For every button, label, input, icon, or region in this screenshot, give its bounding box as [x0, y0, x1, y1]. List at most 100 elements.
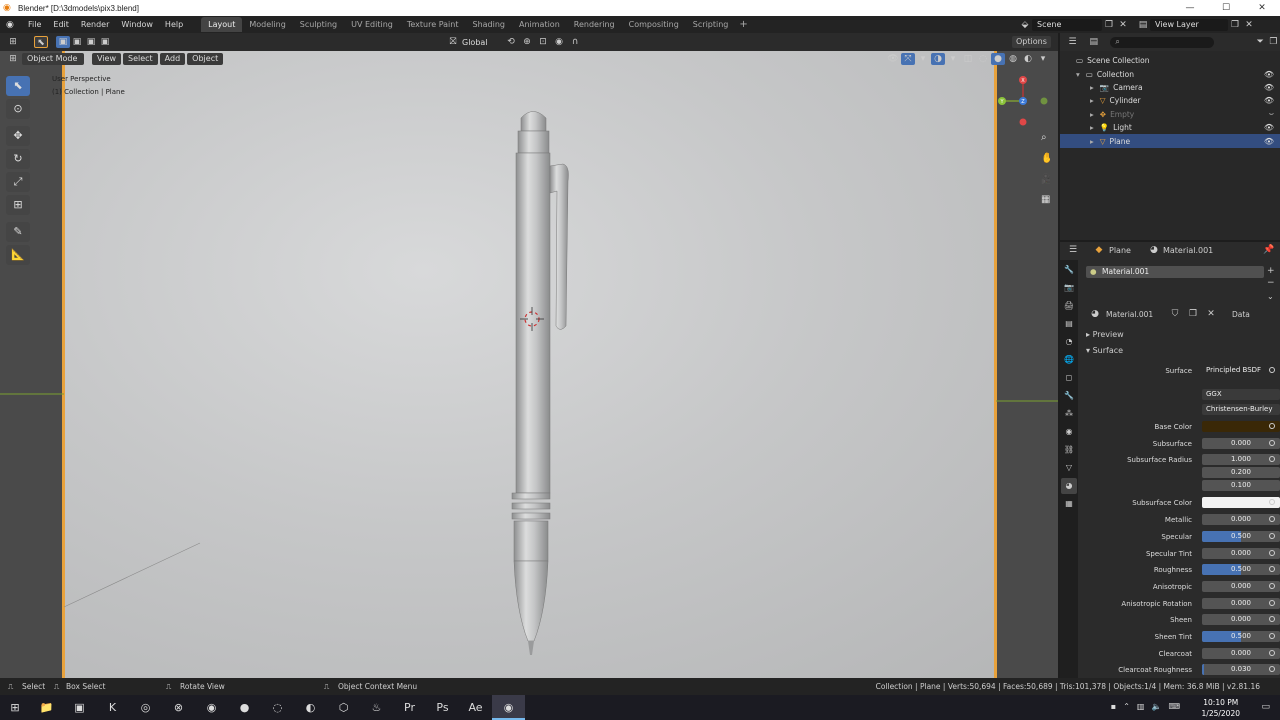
collection-visibility-icon[interactable]: 👁	[1264, 70, 1274, 79]
options-dropdown[interactable]: Options	[1012, 36, 1051, 48]
steam-icon[interactable]: ♨	[360, 695, 393, 720]
blender-menu-icon[interactable]: ◉	[6, 20, 18, 30]
k-app-icon[interactable]: K	[96, 695, 129, 720]
material-name-field[interactable]: Material.001	[1106, 310, 1164, 319]
subsurface-method-dropdown[interactable]: Christensen-Burley	[1202, 404, 1280, 415]
constraints-tab-icon[interactable]: ⛓	[1061, 442, 1077, 458]
outliner-editor-icon[interactable]: ☰	[1066, 36, 1079, 48]
socket-icon[interactable]	[1269, 532, 1275, 539]
3d-viewport[interactable]: ⊞ Object Mode View Select Add Object 👁 ⤧…	[0, 51, 1058, 678]
texture-tab-icon[interactable]: ▦	[1061, 496, 1077, 512]
xbox-icon[interactable]: ⊗	[162, 695, 195, 720]
visibility-eye-icon[interactable]: ⌣	[1269, 109, 1274, 119]
expand-chevron-icon[interactable]: ▸	[1090, 83, 1094, 92]
material-shading-icon[interactable]: ◍	[1006, 53, 1020, 65]
select-tool-icon[interactable]: ⬉	[34, 36, 48, 48]
unlink-material-icon[interactable]: ✕	[1204, 308, 1218, 320]
new-scene-icon[interactable]: ❐	[1102, 19, 1116, 31]
tray-chevron-icon[interactable]: ⌃	[1123, 702, 1130, 711]
menu-edit[interactable]: Edit	[47, 16, 75, 33]
taskbar-clock[interactable]: 10:10 PM 1/25/2020	[1202, 697, 1240, 719]
viewport-menu-view[interactable]: View	[92, 53, 121, 65]
viewport-menu-select[interactable]: Select	[122, 53, 158, 65]
outliner-scene-collection[interactable]: ▭ Scene Collection	[1060, 54, 1280, 67]
delete-scene-icon[interactable]: ✕	[1116, 19, 1130, 31]
particles-tab-icon[interactable]: ⁂	[1061, 406, 1077, 422]
menu-help[interactable]: Help	[159, 16, 189, 33]
modifier-tab-icon[interactable]: 🔧	[1061, 388, 1077, 404]
distribution-dropdown[interactable]: GGX	[1202, 389, 1280, 400]
tab-modeling[interactable]: Modeling	[242, 17, 292, 32]
streamlabs-icon[interactable]: ●	[228, 695, 261, 720]
remove-slot-icon[interactable]: −	[1267, 278, 1275, 288]
surface-socket-icon[interactable]	[1269, 367, 1275, 373]
discord-icon[interactable]: ◎	[129, 695, 162, 720]
preview-section[interactable]: ▸ Preview	[1086, 330, 1124, 339]
transform-tool-icon[interactable]: ⊞	[6, 195, 30, 215]
scene-field[interactable]: Scene	[1032, 18, 1102, 31]
outliner-item-empty[interactable]: ▸ ✥ Empty ⌣	[1060, 108, 1280, 121]
measure-tool-icon[interactable]: 📐	[6, 245, 30, 265]
photoshop-icon[interactable]: Ps	[426, 695, 459, 720]
xray-toggle-icon[interactable]: ◫	[961, 53, 975, 65]
transform-orientation-dropdown[interactable]: Global	[462, 38, 502, 47]
context-object[interactable]: Plane	[1109, 246, 1131, 255]
link-dropdown[interactable]: Data	[1232, 310, 1280, 319]
visibility-eye-icon[interactable]: 👁	[1264, 137, 1274, 146]
blender-alt-icon[interactable]: ◐	[294, 695, 327, 720]
navigation-gizmo[interactable]: X Y Z ⌕ ✋ 🎥 ▦	[996, 75, 1050, 235]
close-button[interactable]: ✕	[1244, 0, 1280, 16]
rendered-shading-icon[interactable]: ◐	[1021, 53, 1035, 65]
snap-target-icon[interactable]: ⊡	[536, 36, 550, 48]
shading-dropdown-icon[interactable]: ▾	[1036, 53, 1050, 65]
visibility-eye-icon[interactable]: 👁	[1264, 96, 1274, 105]
outliner-item-light[interactable]: ▸ 💡 Light 👁	[1060, 121, 1280, 134]
socket-icon[interactable]	[1269, 549, 1275, 556]
browse-material-icon[interactable]: ◕	[1088, 308, 1102, 320]
outliner-item-cylinder[interactable]: ▸ ▽ Cylinder 👁	[1060, 94, 1280, 107]
world-tab-icon[interactable]: 🌐	[1061, 352, 1077, 368]
display-mode-icon[interactable]: ▤	[1087, 36, 1100, 48]
file-explorer-icon[interactable]: 📁	[30, 695, 63, 720]
context-material[interactable]: Material.001	[1163, 246, 1213, 255]
annotate-tool-icon[interactable]: ✎	[6, 222, 30, 242]
overlay-dropdown-icon[interactable]: ▾	[946, 53, 960, 65]
proportional-edit-icon[interactable]: ◉	[552, 36, 566, 48]
cursor-tool-icon[interactable]: ⊙	[6, 99, 30, 119]
viewport-menu-add[interactable]: Add	[159, 53, 186, 65]
select-box-tool-icon[interactable]: ⬉	[6, 76, 30, 96]
socket-icon[interactable]	[1269, 649, 1275, 656]
tab-layout[interactable]: Layout	[201, 17, 243, 32]
falloff-icon[interactable]: ∩	[568, 36, 582, 48]
socket-icon[interactable]	[1269, 633, 1275, 639]
mode-dropdown[interactable]: Object Mode	[22, 53, 84, 65]
scale-tool-icon[interactable]: ⤢	[6, 172, 30, 192]
tab-texture-paint[interactable]: Texture Paint	[400, 17, 466, 32]
outliner-item-plane[interactable]: ▸ ▽ Plane 👁	[1060, 134, 1280, 148]
socket-icon[interactable]	[1269, 423, 1275, 429]
physics-tab-icon[interactable]: ◉	[1061, 424, 1077, 440]
socket-icon[interactable]	[1269, 582, 1275, 589]
object-tab-icon[interactable]: ◻	[1061, 370, 1077, 386]
slot-specials-icon[interactable]: ⌄	[1267, 292, 1274, 301]
view-layer-field[interactable]: View Layer	[1150, 18, 1228, 31]
tab-uv-editing[interactable]: UV Editing	[344, 17, 400, 32]
socket-icon[interactable]	[1269, 599, 1275, 606]
select-mode-subtract-icon[interactable]: ▣	[84, 36, 98, 48]
material-slot[interactable]: ● Material.001	[1086, 266, 1264, 278]
minimize-button[interactable]: —	[1172, 0, 1208, 16]
expand-chevron-icon[interactable]: ▸	[1090, 123, 1094, 132]
tab-shading[interactable]: Shading	[465, 17, 512, 32]
tab-compositing[interactable]: Compositing	[622, 17, 686, 32]
socket-icon[interactable]	[1269, 439, 1275, 446]
3d-app-icon[interactable]: ⬡	[327, 695, 360, 720]
tool-tab-icon[interactable]: 🔧	[1061, 262, 1077, 278]
select-mode-new-icon[interactable]: ▣	[56, 36, 70, 48]
outliner-item-camera[interactable]: ▸ 📷 Camera 👁	[1060, 81, 1280, 94]
gizmo-toggle-icon[interactable]: ⤧	[901, 53, 915, 65]
windows-start-icon[interactable]: ⊞	[0, 695, 30, 720]
pin-icon[interactable]: 📌	[1262, 244, 1276, 256]
menu-render[interactable]: Render	[75, 16, 115, 33]
fake-user-icon[interactable]: ⛉	[1168, 308, 1182, 320]
volume-icon[interactable]: 🔈	[1151, 702, 1161, 711]
